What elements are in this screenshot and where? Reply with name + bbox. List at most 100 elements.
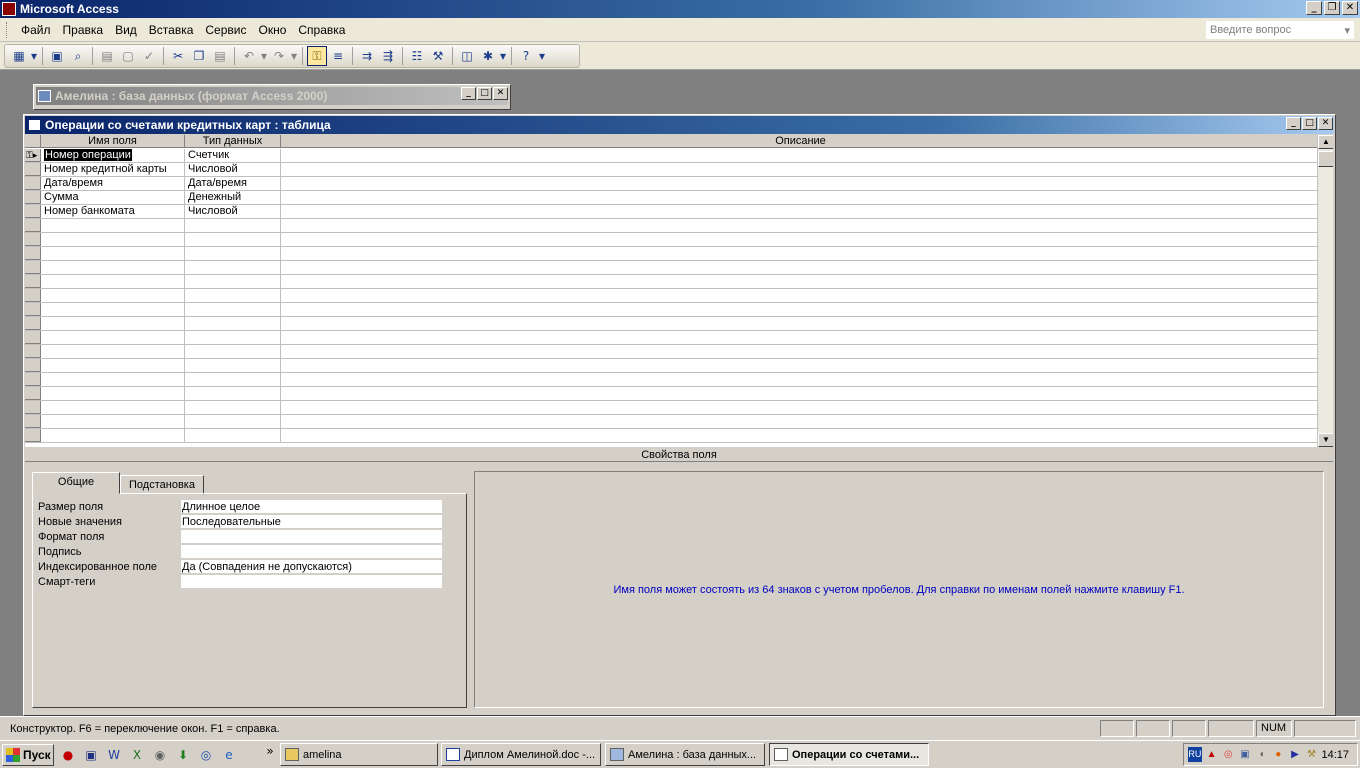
messenger-icon[interactable]: ◎ — [1221, 747, 1235, 762]
property-value[interactable] — [181, 530, 442, 544]
row-selector[interactable] — [25, 317, 41, 330]
copy-icon[interactable]: ❐ — [189, 46, 209, 66]
property-value[interactable]: Последовательные — [181, 515, 442, 529]
undo-dropdown-icon[interactable]: ▾ — [260, 46, 268, 66]
row-selector[interactable] — [25, 191, 41, 204]
player-icon[interactable]: ▶ — [1288, 747, 1302, 762]
menu-view[interactable]: Вид — [109, 23, 143, 37]
help-question-box[interactable]: Введите вопрос ▾ — [1206, 21, 1354, 39]
table-row[interactable] — [25, 401, 1321, 415]
menu-window[interactable]: Окно — [252, 23, 292, 37]
cell-description[interactable] — [281, 415, 1321, 428]
antivirus-icon[interactable]: ▲ — [1205, 747, 1219, 762]
cell-data-type[interactable] — [185, 429, 281, 442]
cell-field-name[interactable] — [41, 429, 185, 442]
cell-description[interactable] — [281, 317, 1321, 330]
cell-description[interactable] — [281, 191, 1321, 204]
delete-rows-icon[interactable]: ⇶ — [378, 46, 398, 66]
cell-description[interactable] — [281, 373, 1321, 386]
tab-lookup[interactable]: Подстановка — [120, 475, 204, 495]
save-floppy-icon[interactable]: ▣ — [83, 747, 99, 763]
menu-file[interactable]: Файл — [15, 23, 57, 37]
cell-field-name[interactable]: Номер кредитной карты — [41, 163, 185, 176]
cell-description[interactable] — [281, 177, 1321, 190]
excel-icon[interactable]: X — [129, 747, 145, 763]
view-dropdown-icon[interactable]: ▾ — [30, 46, 38, 66]
print-icon[interactable]: ▤ — [97, 46, 117, 66]
row-selector[interactable] — [25, 331, 41, 344]
cell-field-name[interactable] — [41, 289, 185, 302]
table-row[interactable] — [25, 289, 1321, 303]
row-selector[interactable] — [25, 177, 41, 190]
help-icon[interactable]: ? — [516, 46, 536, 66]
scroll-thumb[interactable] — [1318, 151, 1333, 167]
table-row[interactable] — [25, 359, 1321, 373]
cell-field-name[interactable] — [41, 261, 185, 274]
cell-field-name[interactable]: Номер банкомата — [41, 205, 185, 218]
tab-general[interactable]: Общие — [32, 472, 120, 494]
table-row[interactable] — [25, 373, 1321, 387]
table-row[interactable] — [25, 247, 1321, 261]
table-row[interactable] — [25, 317, 1321, 331]
cell-data-type[interactable]: Денежный — [185, 191, 281, 204]
menu-insert[interactable]: Вставка — [143, 23, 200, 37]
cell-description[interactable] — [281, 233, 1321, 246]
cell-field-name[interactable]: Дата/время — [41, 177, 185, 190]
cell-data-type[interactable]: Числовой — [185, 205, 281, 218]
cell-data-type[interactable] — [185, 247, 281, 260]
table-row[interactable] — [25, 387, 1321, 401]
column-header-field-name[interactable]: Имя поля — [41, 135, 185, 147]
cell-description[interactable] — [281, 163, 1321, 176]
cell-description[interactable] — [281, 219, 1321, 232]
browser-icon[interactable]: ◎ — [198, 747, 214, 763]
table-row[interactable]: Номер банкомата Числовой — [25, 205, 1321, 219]
menu-tools[interactable]: Сервис — [199, 23, 252, 37]
cell-data-type[interactable] — [185, 275, 281, 288]
row-selector[interactable] — [25, 219, 41, 232]
cell-field-name[interactable] — [41, 317, 185, 330]
row-selector[interactable] — [25, 261, 41, 274]
table-row[interactable] — [25, 233, 1321, 247]
cell-description[interactable] — [281, 289, 1321, 302]
cell-description[interactable] — [281, 429, 1321, 442]
cell-description[interactable] — [281, 401, 1321, 414]
cell-field-name[interactable] — [41, 373, 185, 386]
properties-icon[interactable]: ☷ — [407, 46, 427, 66]
row-selector[interactable] — [25, 415, 41, 428]
table-window-titlebar[interactable]: Операции со счетами кредитных карт : таб… — [25, 116, 1334, 134]
undo-icon[interactable]: ↶ — [239, 46, 259, 66]
cell-data-type[interactable] — [185, 261, 281, 274]
column-header-description[interactable]: Описание — [281, 135, 1321, 147]
cell-field-name[interactable] — [41, 345, 185, 358]
cell-field-name[interactable] — [41, 359, 185, 372]
alert-icon[interactable]: ● — [1271, 747, 1285, 762]
table-row[interactable] — [25, 345, 1321, 359]
start-button[interactable]: Пуск — [2, 744, 54, 766]
cell-field-name[interactable] — [41, 247, 185, 260]
cell-description[interactable] — [281, 345, 1321, 358]
scroll-up-button[interactable]: ▲ — [1318, 135, 1333, 149]
menu-edit[interactable]: Правка — [57, 23, 110, 37]
cell-data-type[interactable] — [185, 373, 281, 386]
row-selector[interactable] — [25, 303, 41, 316]
cell-field-name[interactable] — [41, 275, 185, 288]
table-close-button[interactable]: ✕ — [1318, 117, 1333, 130]
cell-data-type[interactable]: Числовой — [185, 163, 281, 176]
paste-icon[interactable]: ▤ — [210, 46, 230, 66]
row-selector[interactable] — [25, 387, 41, 400]
cell-description[interactable] — [281, 149, 1321, 162]
network-icon[interactable]: ▣ — [1238, 747, 1252, 762]
cell-description[interactable] — [281, 247, 1321, 260]
db-maximize-button[interactable]: □ — [477, 87, 492, 100]
menubar-grip[interactable] — [6, 21, 9, 38]
cell-data-type[interactable] — [185, 219, 281, 232]
word-icon[interactable]: W — [106, 747, 122, 763]
cell-data-type[interactable] — [185, 303, 281, 316]
download-icon[interactable]: ⬇ — [175, 747, 191, 763]
table-minimize-button[interactable]: _ — [1286, 117, 1301, 130]
row-selector[interactable] — [25, 345, 41, 358]
cell-description[interactable] — [281, 331, 1321, 344]
row-selector[interactable] — [25, 401, 41, 414]
table-maximize-button[interactable]: □ — [1302, 117, 1317, 130]
cell-data-type[interactable] — [185, 317, 281, 330]
